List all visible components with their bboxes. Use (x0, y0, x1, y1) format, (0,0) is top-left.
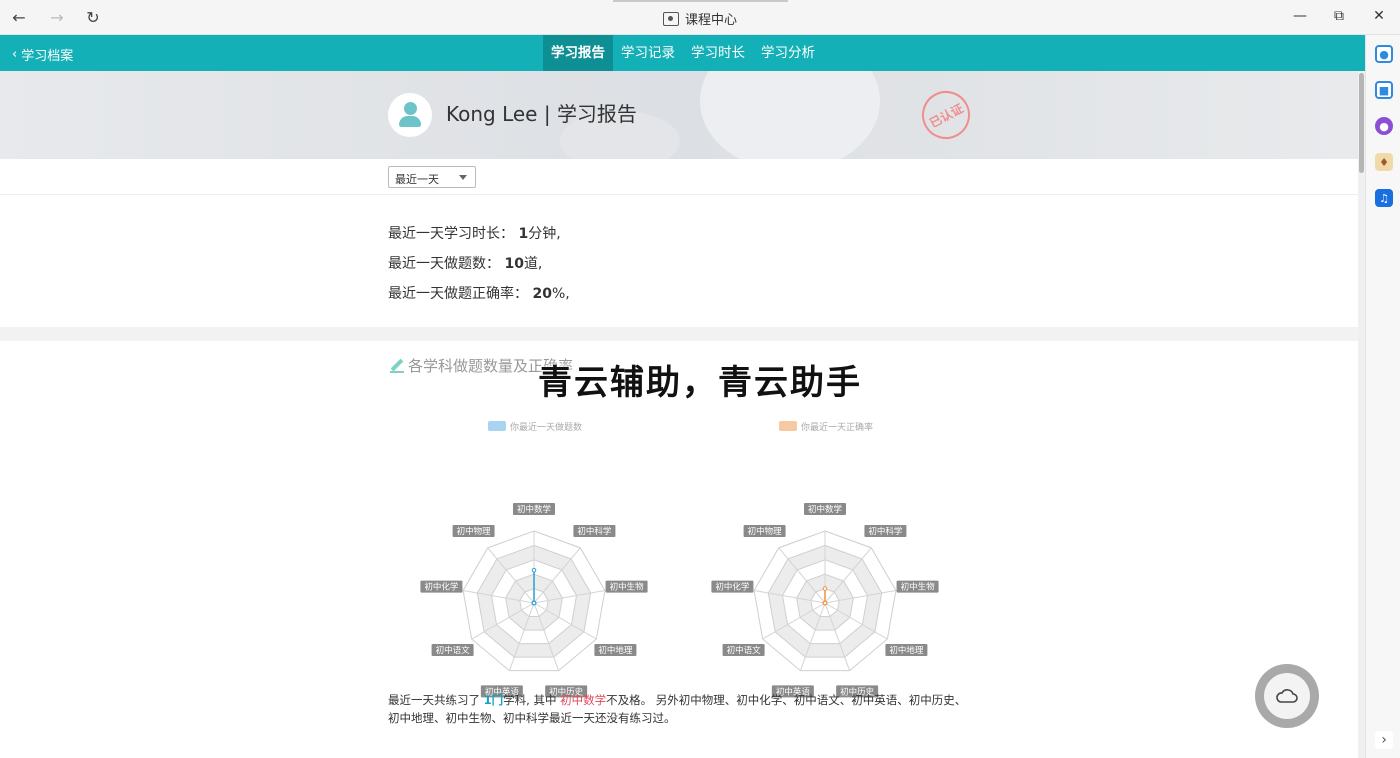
restore-icon[interactable]: ⧉ (1324, 8, 1354, 24)
window-title: 课程中心 (0, 9, 1400, 28)
back-link-label: 学习档案 (21, 49, 74, 64)
axis-label: 初中物理 (748, 526, 783, 537)
radar-charts: 你最近一天做题数初中数学初中科学初中生物初中地理初中历史初中英语初中语文初中化学… (420, 421, 939, 698)
back-link[interactable]: ‹ 学习档案 (12, 45, 73, 64)
summary-panel: 最近一天学习时长： 1分钟, 最近一天做题数： 10道, 最近一天做题正确率： … (0, 195, 1358, 327)
avatar (388, 93, 432, 137)
scan-icon[interactable]: ● (1375, 45, 1393, 63)
legend-swatch (488, 421, 506, 431)
cloud-button[interactable] (1255, 664, 1319, 728)
verified-stamp: 已认证 (913, 82, 979, 148)
cloud-icon (1276, 689, 1298, 703)
axis-label: 初中化学 (715, 582, 750, 593)
axis-label: 初中科学 (868, 526, 903, 537)
tab-duration[interactable]: 学习时长 (683, 35, 753, 71)
legend-swatch (779, 421, 797, 431)
tab-analysis[interactable]: 学习分析 (753, 35, 823, 71)
minimize-icon[interactable]: — (1285, 8, 1315, 24)
cloud-button-inner (1264, 673, 1310, 719)
app-icon (662, 11, 679, 26)
page-title: Kong Lee | 学习报告 (446, 102, 637, 126)
axis-label: 初中地理 (889, 645, 924, 656)
practice-text: 最近一天共练习了 (388, 693, 484, 707)
legend-label: 你最近一天做题数 (510, 421, 582, 433)
window-title-text: 课程中心 (684, 13, 737, 28)
camera-icon[interactable]: ■ (1375, 81, 1393, 99)
tabs: 学习报告 学习记录 学习时长 学习分析 (543, 35, 823, 71)
title-bar: ← → ↻ 课程中心 — ⧉ ✕ (0, 0, 1400, 35)
report-banner: Kong Lee | 学习报告 已认证 (0, 71, 1358, 159)
axis-label: 初中物理 (457, 526, 492, 537)
radar-point (531, 567, 537, 573)
practice-text: 学科, 其中 (503, 693, 561, 707)
summary-label: 最近一天做题数： (388, 256, 500, 272)
nav-bar: ‹ 学习档案 学习报告 学习记录 学习时长 学习分析 (0, 35, 1365, 71)
user-icon-body (399, 116, 421, 127)
banner-decoration (700, 71, 880, 159)
main-content: Kong Lee | 学习报告 已认证 最近一天 最近一天学习时长： 1分钟, … (0, 71, 1358, 758)
summary-accuracy: 最近一天做题正确率： 20%, (388, 283, 570, 303)
period-select[interactable]: 最近一天 (388, 166, 476, 188)
summary-unit: 分钟, (528, 226, 561, 242)
summary-label: 最近一天做题正确率： (388, 286, 528, 302)
scrollbar-track[interactable] (1358, 71, 1365, 758)
chat-icon[interactable]: ● (1375, 117, 1393, 135)
card-icon[interactable]: ♦ (1375, 153, 1393, 171)
practice-count: 1门 (483, 693, 504, 707)
radar-point (531, 600, 537, 606)
failed-subject: 初中数学 (560, 693, 607, 707)
axis-label: 初中化学 (424, 582, 459, 593)
axis-label: 初中数学 (517, 504, 552, 515)
radar-point (822, 600, 828, 606)
legend-label: 你最近一天正确率 (801, 421, 873, 433)
tab-report[interactable]: 学习报告 (543, 35, 613, 71)
axis-label: 初中数学 (808, 504, 843, 515)
summary-unit: 道, (523, 256, 543, 272)
note-icon[interactable]: ♫ (1375, 189, 1393, 207)
summary-unit: %, (551, 286, 570, 302)
chevron-left-icon: ‹ (12, 47, 18, 62)
axis-label: 初中地理 (598, 645, 633, 656)
user-icon (403, 102, 417, 115)
axis-label: 初中生物 (901, 582, 936, 593)
axis-label: 初中生物 (610, 582, 645, 593)
practice-summary: 最近一天共练习了 1门学科, 其中 初中数学不及格。 另外初中物理、初中化学、初… (388, 691, 968, 727)
scrollbar-thumb[interactable] (1359, 73, 1364, 173)
axis-label: 初中语文 (727, 645, 762, 656)
radar-point (822, 586, 828, 591)
summary-value: 1 (518, 226, 529, 242)
watermark-text: 青云辅助，青云助手 (538, 363, 862, 403)
period-select-value: 最近一天 (395, 173, 439, 186)
tab-records[interactable]: 学习记录 (613, 35, 683, 71)
close-icon[interactable]: ✕ (1364, 8, 1394, 24)
summary-label: 最近一天学习时长： (388, 226, 514, 242)
tab-indicator (613, 0, 788, 2)
filter-bar: 最近一天 (0, 159, 1358, 195)
summary-value: 20 (532, 286, 552, 302)
axis-label: 初中科学 (577, 526, 612, 537)
chevron-right-icon[interactable]: › (1375, 731, 1393, 749)
summary-questions: 最近一天做题数： 10道, (388, 253, 542, 273)
axis-label: 初中语文 (436, 645, 471, 656)
caret-down-icon (459, 175, 467, 180)
summary-value: 10 (504, 256, 524, 272)
summary-duration: 最近一天学习时长： 1分钟, (388, 223, 561, 243)
